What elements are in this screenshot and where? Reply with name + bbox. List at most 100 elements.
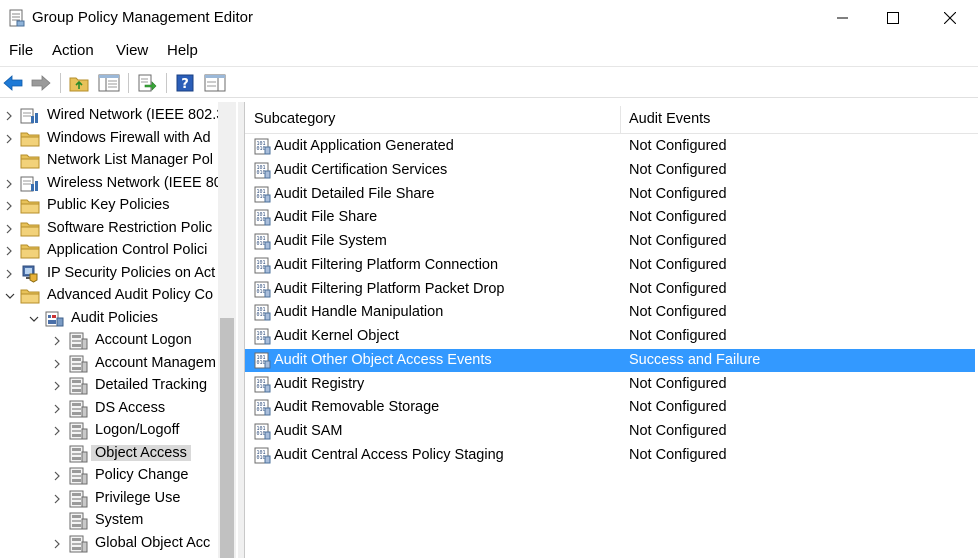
title-bar: Group Policy Management Editor: [0, 0, 978, 38]
tree-item[interactable]: Audit Policies: [0, 308, 220, 330]
tree-item[interactable]: Wired Network (IEEE 802.3: [0, 105, 224, 127]
chevron-right-icon[interactable]: [4, 132, 14, 146]
audit-setting-icon: 101 010: [254, 138, 271, 155]
tree-item[interactable]: Logon/Logoff: [0, 420, 220, 442]
gpo-editor-icon: [9, 9, 25, 27]
minimize-button[interactable]: [815, 0, 870, 36]
menu-view[interactable]: View: [116, 42, 148, 59]
subcategory-cell: Audit Detailed File Share: [274, 185, 435, 202]
list-row[interactable]: 101 010 Audit Other Object Access Events Su…: [245, 348, 975, 372]
back-button[interactable]: [2, 72, 24, 94]
list-row[interactable]: 101 010 Audit Detailed File Share Not Confi…: [245, 183, 975, 206]
chevron-right-icon[interactable]: [4, 177, 14, 191]
show-hide-action-pane-button[interactable]: [204, 72, 226, 94]
chevron-right-icon[interactable]: [4, 109, 14, 123]
audit-policies-icon: [44, 310, 64, 328]
tree-item[interactable]: Privilege Use: [0, 488, 220, 510]
list-row[interactable]: 101 010 Audit File Share Not Configured: [245, 206, 975, 229]
menu-file[interactable]: File: [9, 42, 33, 59]
tree-item-label: IP Security Policies on Act: [47, 264, 216, 281]
tree-item[interactable]: Account Logon: [0, 330, 220, 352]
audit-setting-icon: 101 010: [254, 328, 271, 345]
chevron-right-icon[interactable]: [52, 334, 62, 348]
chevron-right-icon[interactable]: [4, 244, 14, 258]
tree-item[interactable]: Global Object Acc: [0, 533, 220, 555]
subcategory-cell: Audit Filtering Platform Packet Drop: [274, 280, 505, 297]
svg-text:010: 010: [257, 241, 266, 247]
tree-item[interactable]: Wireless Network (IEEE 80: [0, 173, 222, 195]
toolbar: ?: [0, 66, 978, 98]
tree-item[interactable]: Public Key Policies: [0, 195, 220, 217]
tree-item-label: DS Access: [95, 399, 166, 416]
audit-setting-icon: 101 010: [254, 447, 271, 464]
tree-item-label: Policy Change: [95, 467, 189, 483]
list-row[interactable]: 101 010 Audit Handle Manipulation Not Confi…: [245, 301, 975, 324]
list-row[interactable]: 101 010 Audit Kernel Object Not Configured: [245, 325, 975, 348]
forward-button[interactable]: [30, 72, 52, 94]
minimize-icon: [836, 17, 848, 19]
tree-scrollbar-thumb[interactable]: [220, 318, 234, 558]
show-hide-console-tree-button[interactable]: [98, 72, 120, 94]
chevron-right-icon[interactable]: [52, 492, 62, 506]
menu-action[interactable]: Action: [52, 42, 94, 59]
menu-help[interactable]: Help: [167, 42, 198, 59]
export-list-button[interactable]: [136, 72, 158, 94]
policy-icon: [68, 377, 88, 395]
chevron-right-icon[interactable]: [4, 267, 14, 281]
tree-item-label: Software Restriction Polic: [47, 219, 213, 236]
audit-events-cell: Not Configured: [629, 209, 727, 226]
subcategory-cell: Audit Handle Manipulation: [274, 304, 444, 321]
tree-item[interactable]: Policy Change: [0, 465, 220, 487]
tree-item-label: Privilege Use: [95, 489, 181, 506]
tree-item[interactable]: Detailed Tracking: [0, 375, 220, 397]
chevron-right-icon[interactable]: [52, 379, 62, 393]
list-row[interactable]: 101 010 Audit Registry Not Configured: [245, 373, 975, 396]
audit-events-cell: Success and Failure: [629, 351, 761, 368]
tree-item-label: Account Managem: [95, 354, 216, 371]
close-button[interactable]: [922, 0, 977, 36]
chevron-right-icon[interactable]: [52, 469, 62, 483]
up-one-level-button[interactable]: [68, 72, 90, 94]
maximize-button[interactable]: [865, 0, 920, 36]
chevron-down-icon[interactable]: [28, 312, 39, 326]
tree-scrollbar[interactable]: [218, 102, 236, 558]
chevron-right-icon[interactable]: [52, 357, 62, 371]
column-header-audit-events[interactable]: Audit Events: [629, 111, 710, 127]
list-row[interactable]: 101 010 Audit Removable Storage Not Configu…: [245, 396, 975, 419]
folder-icon: [20, 242, 40, 260]
tree-item[interactable]: Object Access: [0, 443, 220, 465]
svg-text:010: 010: [257, 265, 266, 271]
tree-item[interactable]: IP Security Policies on Act: [0, 263, 220, 285]
chevron-right-icon[interactable]: [52, 424, 62, 438]
chevron-right-icon[interactable]: [4, 222, 14, 236]
tree-item-label: Application Control Polici: [47, 242, 208, 258]
list-row[interactable]: 101 010 Audit SAM Not Configured: [245, 420, 975, 443]
column-header-subcategory[interactable]: Subcategory: [254, 111, 335, 127]
policy-icon: [68, 467, 88, 485]
list-row[interactable]: 101 010 Audit File System Not Configured: [245, 230, 975, 253]
tree-item-label: Wired Network (IEEE 802.3: [47, 107, 225, 123]
tree-item-label: Detailed Tracking: [95, 377, 208, 393]
audit-setting-icon: 101 010: [254, 304, 271, 321]
tree-item[interactable]: Network List Manager Pol: [0, 150, 220, 172]
tree-item[interactable]: Windows Firewall with Ad: [0, 128, 220, 150]
list-row[interactable]: 101 010 Audit Certification Services Not Co…: [245, 159, 975, 182]
tree-item[interactable]: Application Control Polici: [0, 240, 220, 262]
chevron-down-icon[interactable]: [4, 289, 15, 303]
list-row[interactable]: 101 010 Audit Filtering Platform Connectio…: [245, 254, 975, 277]
chevron-right-icon[interactable]: [52, 402, 62, 416]
tree-item[interactable]: DS Access: [0, 398, 220, 420]
list-row[interactable]: 101 010 Audit Filtering Platform Packet Dr…: [245, 278, 975, 301]
column-divider[interactable]: [620, 106, 621, 134]
help-button[interactable]: ?: [174, 72, 196, 94]
tree-item[interactable]: Account Managem: [0, 353, 220, 375]
chevron-right-icon[interactable]: [4, 199, 14, 213]
tree-item[interactable]: Software Restriction Polic: [0, 218, 220, 240]
tree-item[interactable]: Advanced Audit Policy Co: [0, 285, 220, 307]
audit-setting-icon: 101 010: [254, 233, 271, 250]
list-row[interactable]: 101 010 Audit Central Access Policy Stagin…: [245, 444, 975, 467]
close-icon: [943, 12, 956, 24]
tree-item[interactable]: System: [0, 510, 220, 532]
list-row[interactable]: 101 010 Audit Application Generated Not Con…: [245, 135, 975, 158]
chevron-right-icon[interactable]: [52, 537, 62, 551]
